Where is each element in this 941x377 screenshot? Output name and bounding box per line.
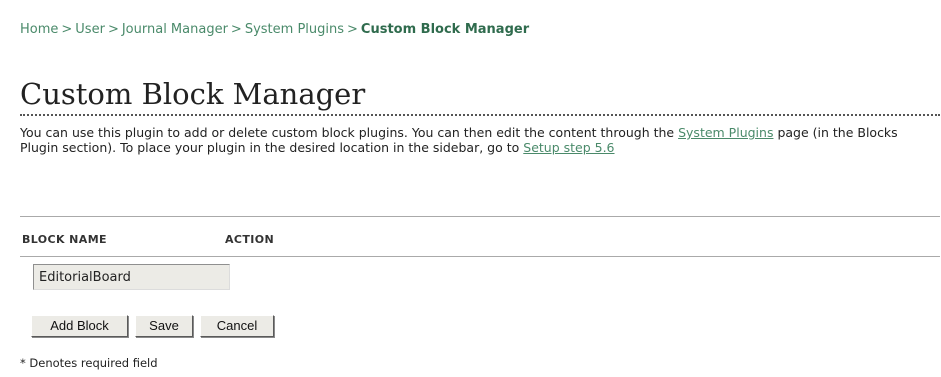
table-top-rule	[20, 216, 940, 217]
table-header-rule	[20, 256, 940, 257]
breadcrumb-separator: >	[61, 22, 73, 37]
breadcrumb-home[interactable]: Home	[20, 22, 58, 37]
system-plugins-link[interactable]: System Plugins	[678, 125, 773, 140]
breadcrumb-journal-manager[interactable]: Journal Manager	[122, 22, 228, 37]
intro-text: You can use this plugin to add or delete…	[20, 125, 935, 155]
breadcrumb-current: Custom Block Manager	[360, 22, 530, 37]
add-block-button[interactable]: Add Block	[31, 315, 128, 337]
block-name-input[interactable]	[33, 264, 230, 290]
breadcrumb-user[interactable]: User	[75, 22, 105, 37]
column-header-action: ACTION	[225, 233, 275, 246]
cancel-button[interactable]: Cancel	[200, 315, 274, 337]
column-header-block-name: BLOCK NAME	[22, 233, 107, 246]
required-field-note: * Denotes required field	[20, 356, 158, 370]
setup-step-link[interactable]: Setup step 5.6	[523, 140, 614, 155]
intro-text-part-1: You can use this plugin to add or delete…	[20, 125, 679, 140]
title-divider	[20, 114, 940, 116]
breadcrumb-separator: >	[230, 22, 242, 37]
breadcrumb-system-plugins[interactable]: System Plugins	[245, 22, 344, 37]
breadcrumb-separator: >	[107, 22, 119, 37]
breadcrumb-separator: >	[347, 22, 358, 37]
save-button[interactable]: Save	[135, 315, 193, 337]
custom-block-manager-page: Home > User > Journal Manager > System Plugins…	[0, 0, 941, 377]
breadcrumb: Home > User > Journal Manager > System Plugins…	[20, 22, 529, 37]
page-title: Custom Block Manager	[20, 77, 366, 112]
